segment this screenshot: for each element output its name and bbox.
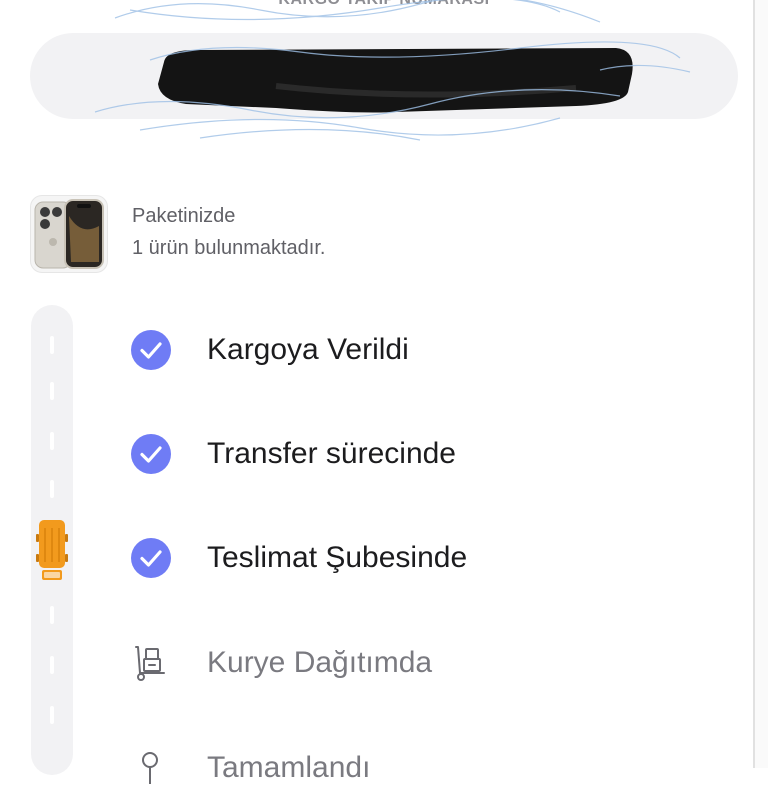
check-circle-icon [131,538,171,578]
hand-truck-icon [135,646,165,681]
product-thumbnail[interactable] [30,195,108,273]
step-label: Transfer sürecinde [207,437,456,470]
step-kurye-dagitimda[interactable]: Kurye Dağıtımda [130,641,432,685]
step-label: Teslimat Şubesinde [207,541,468,574]
tracking-number-redaction [158,48,633,113]
step-label: Tamamlandı [207,751,371,784]
step-tamamlandi[interactable]: Tamamlandı [130,746,370,790]
track-dash [50,480,54,498]
package-info-line2: 1 ürün bulunmaktadır. [132,237,326,259]
panel-gutter [755,0,768,768]
step-kargoya-verildi[interactable]: Kargoya Verildi [130,328,409,372]
track-dash [50,606,54,624]
step-transfer-surecinde[interactable]: Transfer sürecinde [130,432,456,476]
track-dash [50,336,54,354]
step-label: Kurye Dağıtımda [207,646,433,679]
step-label: Kargoya Verildi [207,333,409,366]
track-dash [50,706,54,724]
step-teslimat-subesinde[interactable]: Teslimat Şubesinde [130,536,467,580]
pin-icon [142,752,158,784]
check-circle-icon [131,330,171,370]
check-circle-icon [131,434,171,474]
track-dash [50,432,54,450]
truck-icon [36,520,68,580]
track-dash [50,656,54,674]
track-dash [50,382,54,400]
tracking-number-title: KARGO TAKİP NUMARASI [0,0,768,9]
package-info-line1: Paketinizde [132,205,236,227]
phone-product-image [34,199,104,269]
